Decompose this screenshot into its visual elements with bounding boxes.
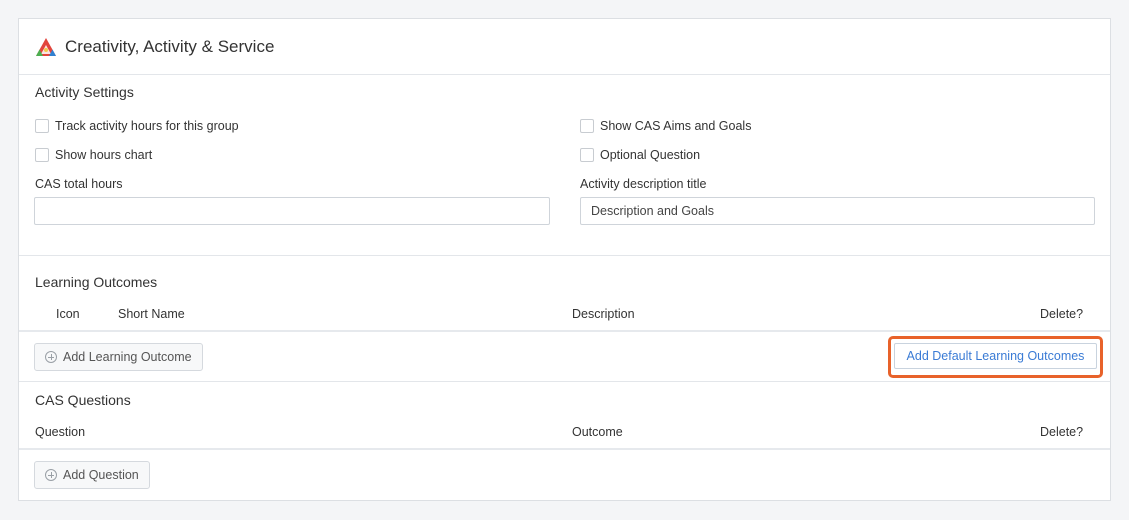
show-hours-chart-option[interactable]: Show hours chart <box>35 148 152 162</box>
table-header-divider <box>19 330 1110 332</box>
col-delete: Delete? <box>1040 307 1084 321</box>
total-hours-input[interactable] <box>34 197 550 225</box>
col-question: Question <box>35 425 86 439</box>
show-aims-checkbox[interactable] <box>580 119 594 133</box>
optional-question-label: Optional Question <box>600 148 701 162</box>
plus-circle-icon <box>45 351 57 363</box>
track-hours-option[interactable]: Track activity hours for this group <box>35 119 239 133</box>
panel-header: Creativity, Activity & Service <box>19 19 1110 75</box>
page: Creativity, Activity & Service Activity … <box>0 0 1129 520</box>
add-question-label: Add Question <box>63 468 139 482</box>
plus-circle-icon <box>45 469 57 481</box>
show-aims-option[interactable]: Show CAS Aims and Goals <box>580 119 751 133</box>
add-learning-outcome-button[interactable]: Add Learning Outcome <box>34 343 203 371</box>
col-delete: Delete? <box>1040 425 1084 439</box>
activity-settings-title: Activity Settings <box>35 84 134 100</box>
show-hours-chart-checkbox[interactable] <box>35 148 49 162</box>
add-default-learning-outcomes-label: Add Default Learning Outcomes <box>906 349 1085 363</box>
track-hours-label: Track activity hours for this group <box>55 119 239 133</box>
col-outcome: Outcome <box>572 425 623 439</box>
table-header-divider <box>19 448 1110 450</box>
cas-triangle-icon <box>35 37 57 57</box>
add-question-button[interactable]: Add Question <box>34 461 150 489</box>
optional-question-checkbox[interactable] <box>580 148 594 162</box>
cas-questions-section: CAS Questions Question Outcome Delete? A… <box>19 382 1110 500</box>
show-aims-label: Show CAS Aims and Goals <box>600 119 752 133</box>
add-learning-outcome-label: Add Learning Outcome <box>63 350 192 364</box>
show-hours-chart-label: Show hours chart <box>55 148 153 162</box>
activity-settings-section: Activity Settings Track activity hours f… <box>19 75 1110 256</box>
add-default-learning-outcomes-button[interactable]: Add Default Learning Outcomes <box>894 343 1097 369</box>
col-icon: Icon <box>56 307 80 321</box>
description-title-label: Activity description title <box>580 177 707 191</box>
cas-panel: Creativity, Activity & Service Activity … <box>18 18 1111 501</box>
optional-question-option[interactable]: Optional Question <box>580 148 700 162</box>
page-title: Creativity, Activity & Service <box>65 36 275 56</box>
col-description: Description <box>572 307 635 321</box>
track-hours-checkbox[interactable] <box>35 119 49 133</box>
learning-outcomes-title: Learning Outcomes <box>35 274 158 290</box>
learning-outcomes-section: Learning Outcomes Icon Short Name Descri… <box>19 256 1110 382</box>
cas-questions-title: CAS Questions <box>35 392 131 408</box>
col-short-name: Short Name <box>118 307 185 321</box>
description-title-input[interactable] <box>580 197 1095 225</box>
total-hours-label: CAS total hours <box>35 177 123 191</box>
